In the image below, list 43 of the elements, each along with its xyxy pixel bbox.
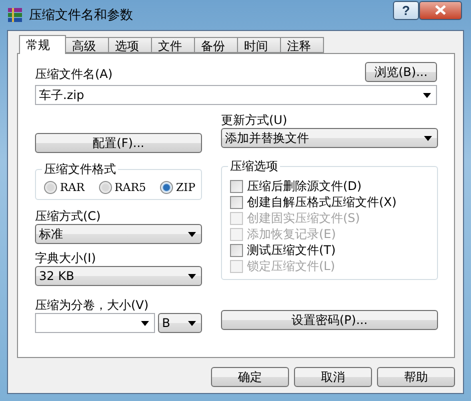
dropdown-arrow-icon [188,320,196,326]
tab[interactable]: 高级 [65,37,109,53]
dropdown-arrow-icon [188,274,196,278]
checkbox-option[interactable]: 压缩后删除源文件(D) [230,178,431,194]
field-label: 压缩方式(C) [35,209,102,224]
dialog-button[interactable]: 取消 [294,367,372,387]
field-label: 字典大小(I) [35,251,97,266]
dropdown-field[interactable]: 车子.zip [35,85,437,105]
field-label: 压缩文件名(A) [35,67,113,82]
checkbox-option[interactable]: 测试压缩文件(T) [230,242,431,258]
password-button[interactable]: 设置密码(P)... [221,310,438,330]
radio-option[interactable]: ZIP [160,181,196,194]
dropdown-field[interactable]: 标准 [35,224,202,244]
dialog-button[interactable]: 确定 [211,367,289,387]
field-label: 压缩为分卷，大小(V) [35,298,150,313]
dialog-button[interactable]: 帮助 [377,367,455,387]
profiles-button[interactable]: 配置(F)... [35,133,202,153]
dropdown-field[interactable]: B [158,313,202,333]
close-icon [435,5,446,15]
tab[interactable]: 常规 [19,35,66,54]
dropdown-arrow-icon [141,320,149,326]
dropdown-field[interactable] [35,313,155,333]
window-title: 压缩文件名和参数 [29,7,134,24]
group-title: 压缩选项 [228,158,280,174]
dropdown-arrow-icon [424,136,432,140]
dropdown-arrow-icon [423,92,431,98]
radio-option[interactable]: RAR [44,181,85,194]
field-label: 更新方式(U) [221,113,288,128]
tab[interactable]: 备份 [194,37,238,53]
tab[interactable]: 选项 [108,37,152,53]
tab[interactable]: 注释 [280,37,324,53]
browse-button[interactable]: 浏览(B)... [365,62,437,82]
dropdown-arrow-icon [188,232,196,236]
tab[interactable]: 文件 [151,37,195,53]
archive-books-icon [7,7,23,23]
close-button[interactable] [419,0,462,20]
radio-option[interactable]: RAR5 [98,181,146,194]
group-title: 压缩文件格式 [42,161,118,177]
tab[interactable]: 时间 [237,37,281,53]
dropdown-field[interactable]: 32 KB [35,266,202,286]
help-button[interactable]: ? [393,0,419,20]
checkbox-option[interactable]: 创建自解压格式压缩文件(X) [230,194,431,210]
dropdown-field[interactable]: 添加并替换文件 [221,128,438,148]
